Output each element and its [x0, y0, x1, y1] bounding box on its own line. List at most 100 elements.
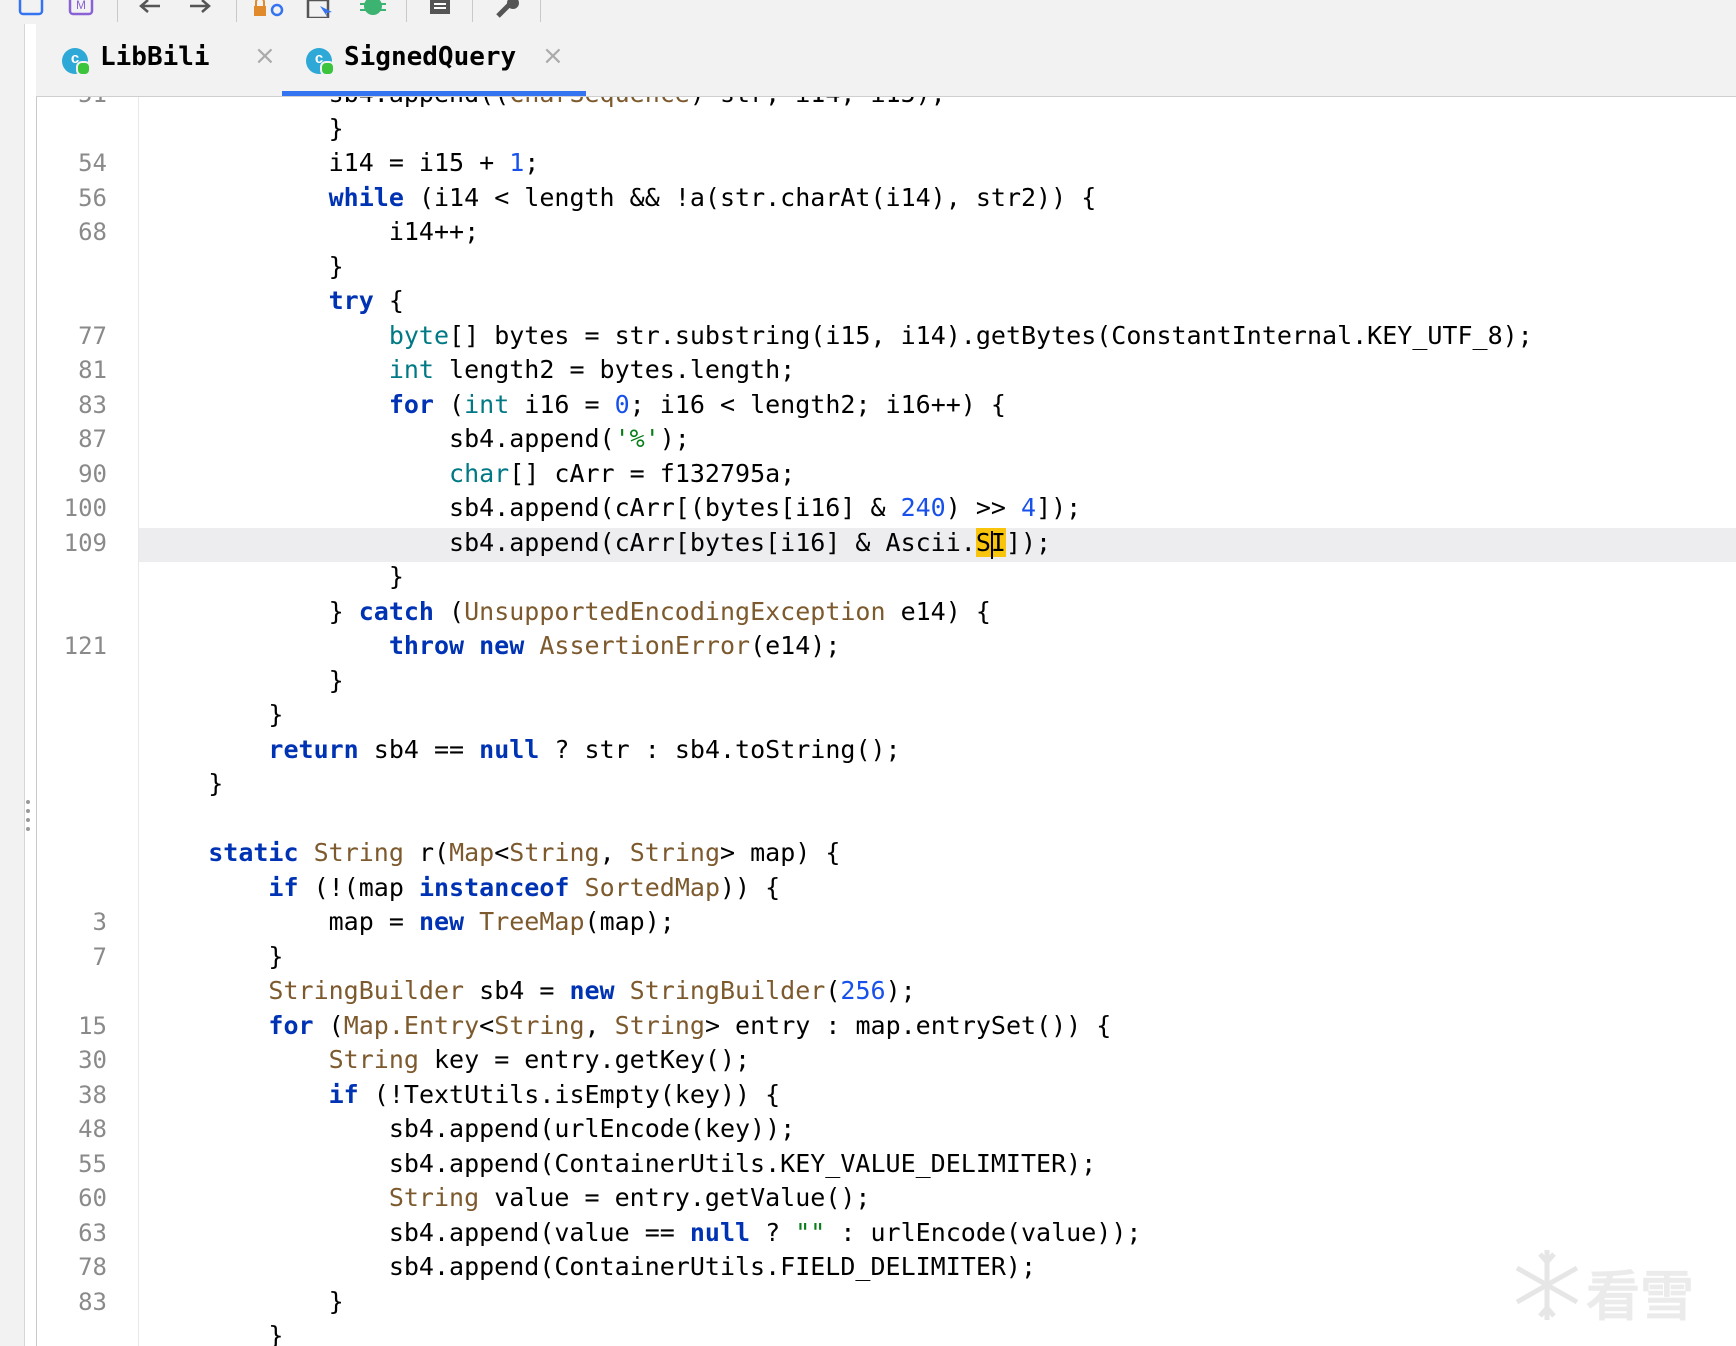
- code-token: String: [313, 838, 404, 867]
- code-token: (!TextUtils.isEmpty(key)) {: [358, 1079, 781, 1109]
- toolbar-separator: [406, 0, 407, 22]
- code-token: }: [148, 1286, 344, 1316]
- code-line[interactable]: }: [148, 767, 223, 801]
- m-module-icon[interactable]: M: [68, 0, 94, 18]
- code-line[interactable]: }: [148, 1319, 283, 1346]
- code-token: String: [494, 1010, 585, 1040]
- code-line[interactable]: i14 = i15 + 1;: [148, 146, 540, 180]
- code-line[interactable]: }: [148, 112, 344, 146]
- code-line[interactable]: }: [148, 250, 344, 284]
- code-line[interactable]: sb4.append(value == null ? "" : urlEncod…: [148, 1216, 1142, 1250]
- code-token: ) str, i14, i15);: [690, 97, 946, 108]
- code-line[interactable]: map = new TreeMap(map);: [148, 905, 675, 939]
- code-token: }: [148, 1321, 284, 1346]
- line-number: 87: [78, 425, 107, 453]
- line-number: 63: [78, 1218, 107, 1247]
- code-token: }: [148, 251, 344, 281]
- tab-signedquery[interactable]: c SignedQuery ×: [282, 24, 586, 96]
- code-token: "": [795, 1217, 826, 1247]
- code-token: StringBuilder: [268, 976, 465, 1005]
- code-line[interactable]: } catch (UnsupportedEncodingException e1…: [148, 595, 991, 629]
- code-line[interactable]: for (Map.Entry<String, String> entry : m…: [148, 1009, 1111, 1043]
- code-token: }: [148, 113, 344, 143]
- code-line[interactable]: sb4.append(ContainerUtils.FIELD_DELIMITE…: [148, 1250, 1036, 1284]
- code-line[interactable]: sb4.append(ContainerUtils.KEY_VALUE_DELI…: [148, 1147, 1096, 1181]
- code-line[interactable]: }: [148, 698, 283, 732]
- line-number: [37, 284, 107, 318]
- code-line[interactable]: sb4.append('%');: [148, 422, 690, 456]
- close-tab-icon[interactable]: ×: [542, 43, 564, 69]
- code-line[interactable]: StringBuilder sb4 = new StringBuilder(25…: [148, 974, 915, 1008]
- code-editor[interactable]: 51 54 56 68 77 81 83 87 90 100 109 121 3 7 15 30 38 48 55 6…: [36, 97, 1736, 1346]
- code-token: catch: [358, 596, 434, 626]
- code-token: while: [328, 182, 404, 212]
- code-line[interactable]: sb4.append((CharSequence) str, i14, i15)…: [148, 97, 946, 111]
- code-line[interactable]: throw new AssertionError(e14);: [148, 629, 841, 663]
- code-token: sb4.append((: [148, 97, 510, 108]
- code-line[interactable]: sb4.append(cArr[(bytes[i16] & 240) >> 4]…: [148, 491, 1081, 525]
- code-line[interactable]: if (!TextUtils.isEmpty(key)) {: [148, 1078, 781, 1112]
- line-number: [37, 802, 107, 836]
- close-tab-icon[interactable]: ×: [254, 43, 276, 69]
- code-line[interactable]: static String r(Map<String, String> map)…: [148, 836, 840, 870]
- line-number: 109: [63, 528, 107, 557]
- code-line[interactable]: return sb4 == null ? str : sb4.toString(…: [148, 733, 901, 767]
- arrow-back-icon[interactable]: [136, 0, 164, 18]
- lock-gear-icon[interactable]: [252, 0, 286, 18]
- arrow-forward-icon[interactable]: [186, 0, 214, 18]
- code-line[interactable]: }: [148, 940, 283, 974]
- code-token: ? str : sb4.toString();: [539, 734, 901, 764]
- code-line[interactable]: sb4.append(cArr[bytes[i16] & Ascii.SI]);: [148, 526, 1051, 560]
- code-token: }: [148, 769, 224, 798]
- layout-icon[interactable]: [18, 0, 44, 18]
- code-line[interactable]: int length2 = bytes.length;: [148, 353, 795, 387]
- line-number: 30: [78, 1046, 107, 1074]
- svg-text:M: M: [76, 0, 86, 12]
- code-token: instanceof: [418, 872, 570, 902]
- code-line[interactable]: }: [148, 1285, 344, 1319]
- code-token: byte: [388, 320, 450, 350]
- code-line[interactable]: while (i14 < length && !a(str.charAt(i14…: [148, 181, 1097, 215]
- document-icon[interactable]: [426, 0, 454, 18]
- code-line[interactable]: try {: [148, 284, 404, 318]
- code-token: throw new: [388, 631, 525, 660]
- code-token: (!(map: [298, 872, 419, 902]
- tab-libbili[interactable]: c LibBili ×: [58, 24, 288, 96]
- code-token: '%': [614, 424, 660, 453]
- code-line[interactable]: if (!(map instanceof SortedMap)) {: [148, 871, 780, 905]
- java-class-icon: c: [62, 48, 91, 76]
- code-line[interactable]: String value = entry.getValue();: [148, 1181, 871, 1215]
- code-line[interactable]: }: [148, 560, 404, 594]
- line-number: 78: [78, 1253, 107, 1281]
- drag-handle-icon[interactable]: [26, 800, 30, 834]
- main-toolbar: M: [0, 0, 1736, 24]
- wrench-icon[interactable]: [492, 0, 522, 18]
- code-token: ;: [524, 148, 540, 177]
- toolbar-separator: [540, 0, 541, 22]
- code-line[interactable]: }: [148, 664, 344, 698]
- bug-icon[interactable]: [358, 0, 388, 18]
- code-token: > entry : map.entrySet()) {: [704, 1010, 1112, 1040]
- code-token: key = entry.getKey();: [418, 1045, 751, 1074]
- line-number: 56: [78, 183, 107, 212]
- code-line[interactable]: for (int i16 = 0; i16 < length2; i16++) …: [148, 388, 1006, 422]
- code-line[interactable]: sb4.append(urlEncode(key));: [148, 1112, 795, 1146]
- select-file-icon[interactable]: [306, 0, 336, 18]
- code-line[interactable]: byte[] bytes = str.substring(i15, i14).g…: [148, 319, 1533, 353]
- code-line[interactable]: char[] cArr = f132795a;: [148, 457, 795, 491]
- line-number: 77: [78, 321, 107, 350]
- code-line[interactable]: i14++;: [148, 215, 479, 249]
- code-token: null: [479, 734, 540, 764]
- code-token: )) {: [720, 872, 781, 902]
- code-line[interactable]: String key = entry.getKey();: [148, 1043, 750, 1077]
- line-number: 90: [78, 459, 107, 488]
